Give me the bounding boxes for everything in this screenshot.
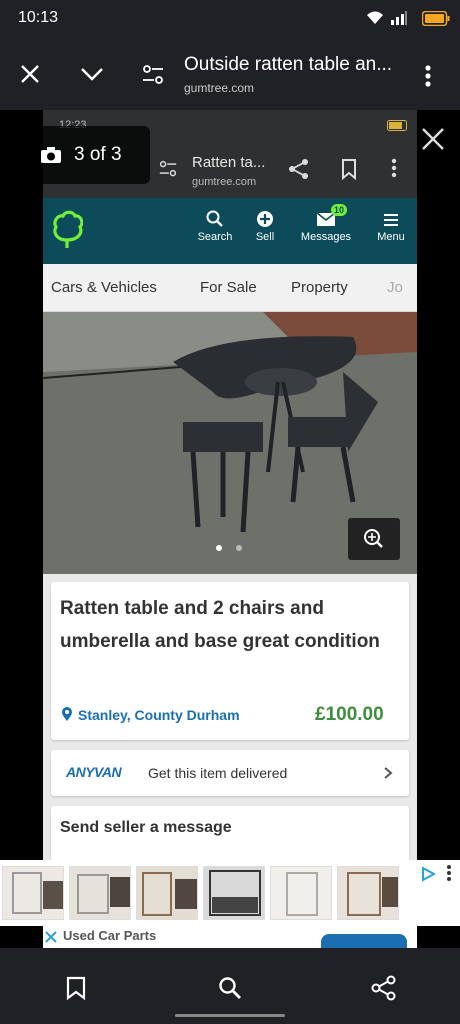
nav-item-for-sale[interactable]: For Sale xyxy=(200,279,257,296)
ad-thumb[interactable] xyxy=(136,866,198,920)
search-icon[interactable] xyxy=(218,976,242,1005)
ad-choices-icon[interactable] xyxy=(420,866,437,887)
header-sell[interactable]: Sell xyxy=(248,210,282,243)
ad-more-icon[interactable] xyxy=(446,864,452,887)
camera-icon xyxy=(40,146,62,169)
signal-icon xyxy=(390,10,408,31)
wifi-icon xyxy=(366,10,384,31)
header-search[interactable]: Search xyxy=(193,210,237,243)
listing-price: £100.00 xyxy=(315,704,384,725)
header-sell-label: Sell xyxy=(255,231,275,243)
chevron-down-icon[interactable] xyxy=(80,66,104,82)
inner-page-url: gumtree.com xyxy=(192,176,257,188)
inner-battery-icon xyxy=(387,120,409,134)
category-nav: Cars & Vehicles For Sale Property Jo xyxy=(43,264,417,312)
listing-location[interactable]: Stanley, County Durham xyxy=(78,707,240,723)
image-counter: 3 of 3 xyxy=(0,126,150,184)
image-counter-text: 3 of 3 xyxy=(74,144,122,165)
chevron-right-icon xyxy=(383,766,393,785)
nav-item-cars-vehicles[interactable]: Cars & Vehicles xyxy=(51,279,157,296)
footer-text[interactable]: Used Car Parts xyxy=(63,928,156,943)
nav-item-jobs[interactable]: Jo xyxy=(387,279,403,296)
header-search-label: Search xyxy=(197,231,233,243)
screenshot-image: 12:23 Ratten ta... gumtree.com Search Se… xyxy=(43,110,417,948)
listing-photo[interactable] xyxy=(43,312,417,574)
search-icon xyxy=(206,210,223,227)
bookmark-icon[interactable] xyxy=(66,976,86,1005)
battery-icon xyxy=(421,10,450,31)
close-icon[interactable] xyxy=(20,64,40,84)
viewer-close-icon[interactable] xyxy=(420,126,446,157)
listing-card: Ratten table and 2 chairs and umberella … xyxy=(51,582,409,740)
ad-close-icon[interactable] xyxy=(45,930,57,948)
menu-icon xyxy=(384,214,398,226)
gumtree-logo-icon xyxy=(51,210,84,255)
page-settings-icon[interactable] xyxy=(142,64,164,86)
ad-banner[interactable] xyxy=(0,860,460,926)
bottom-toolbar xyxy=(0,948,460,1024)
message-heading: Send seller a message xyxy=(60,819,232,836)
plus-circle-icon xyxy=(257,211,273,227)
inner-more-icon xyxy=(391,158,397,183)
footer-link-bar: Used Car Parts xyxy=(43,926,417,948)
ad-thumb[interactable] xyxy=(337,866,399,920)
header-messages[interactable]: 10 Messages xyxy=(293,204,359,243)
header-messages-label: Messages xyxy=(300,231,352,243)
inner-bookmark-icon xyxy=(341,158,357,185)
header-menu-label: Menu xyxy=(377,231,405,243)
image-viewer: 12:23 Ratten ta... gumtree.com Search Se… xyxy=(0,110,460,948)
page-url[interactable]: gumtree.com xyxy=(184,81,254,95)
zoom-in-icon[interactable] xyxy=(348,518,400,560)
header-menu[interactable]: Menu xyxy=(369,210,413,243)
page-title[interactable]: Outside ratten table an... xyxy=(184,54,392,76)
inner-page-title: Ratten ta... xyxy=(192,154,266,171)
listing-title: Ratten table and 2 chairs and umberella … xyxy=(60,598,380,652)
gumtree-header: Search Sell 10 Messages Menu xyxy=(43,198,417,264)
anyvan-logo: ANYVAN xyxy=(66,764,122,780)
inner-share-icon xyxy=(288,158,310,185)
location-pin-icon xyxy=(61,706,73,727)
delivery-text: Get this item delivered xyxy=(148,765,288,781)
footer-button[interactable] xyxy=(321,934,407,948)
browser-toolbar: Outside ratten table an... gumtree.com xyxy=(0,38,460,110)
status-bar: 10:13 xyxy=(0,0,460,38)
ad-thumb[interactable] xyxy=(69,866,131,920)
delivery-card[interactable]: ANYVAN Get this item delivered xyxy=(51,750,409,796)
nav-item-property[interactable]: Property xyxy=(291,279,348,296)
messages-badge: 10 xyxy=(331,204,348,216)
share-icon[interactable] xyxy=(371,975,397,1006)
home-indicator xyxy=(175,1014,285,1017)
more-vert-icon[interactable] xyxy=(424,64,432,88)
inner-page-settings-icon xyxy=(159,160,177,183)
status-time: 10:13 xyxy=(18,9,59,26)
ad-thumb[interactable] xyxy=(270,866,332,920)
ad-thumb[interactable] xyxy=(203,866,265,920)
ad-thumb[interactable] xyxy=(2,866,64,920)
